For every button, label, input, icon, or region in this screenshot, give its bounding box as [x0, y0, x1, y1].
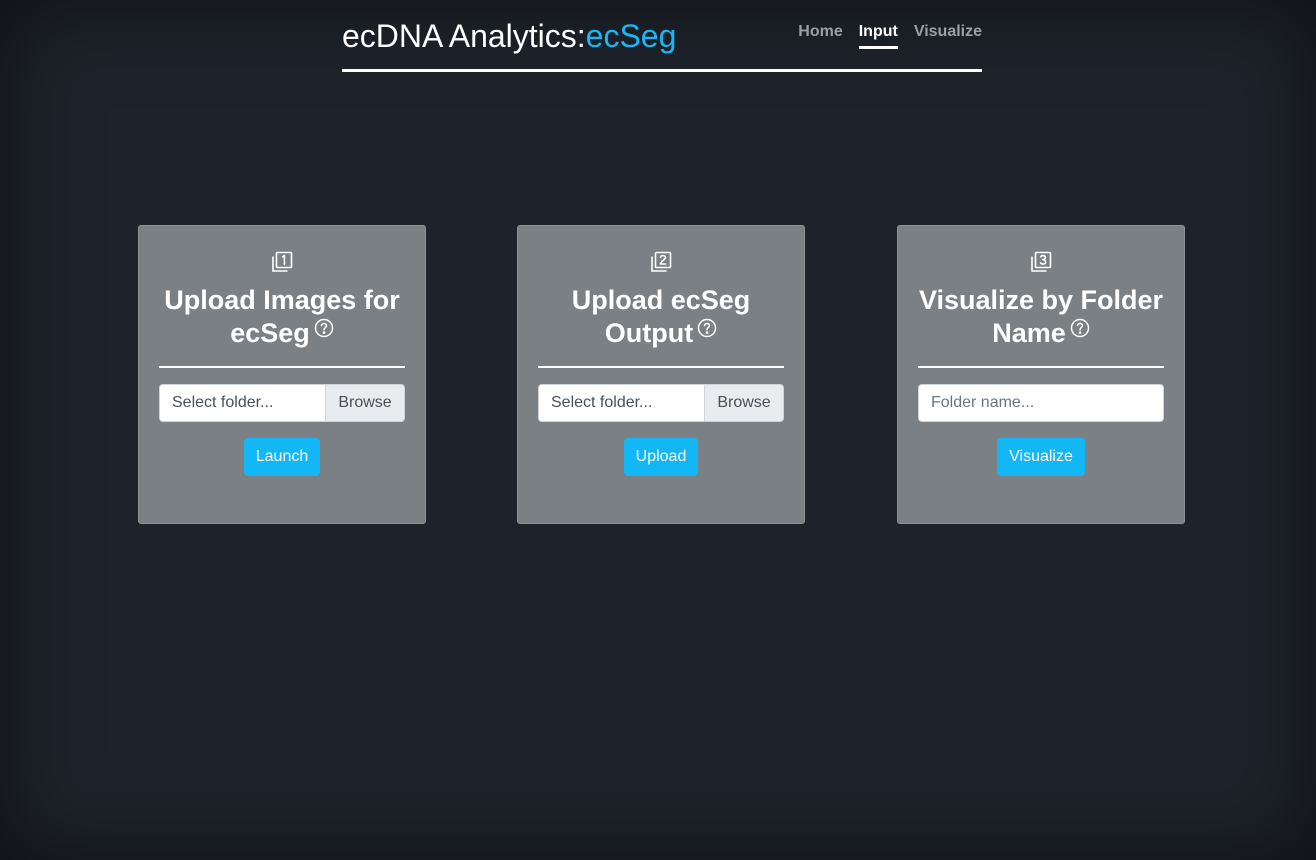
visualize-folder-card: Visualize by Folder Name Visualize: [897, 225, 1185, 524]
folder-file-label[interactable]: Select folder...: [539, 385, 704, 421]
brand-title[interactable]: ecDNA Analytics:ecSeg: [342, 17, 676, 55]
nav-home[interactable]: Home: [798, 22, 842, 49]
launch-button[interactable]: Launch: [243, 438, 321, 476]
step-1-icon: [272, 251, 293, 272]
question-circle-icon[interactable]: [1070, 318, 1090, 338]
step-3-icon: [1031, 251, 1052, 272]
card-title: Upload ecSeg Output: [538, 284, 784, 368]
brand-accent: ecSeg: [585, 18, 677, 54]
folder-file-label[interactable]: Select folder...: [160, 385, 325, 421]
question-circle-icon[interactable]: [697, 318, 717, 338]
card-title-text: Upload ecSeg Output: [571, 285, 751, 348]
card-title-text: Visualize by Folder Name: [918, 285, 1164, 348]
nav-visualize[interactable]: Visualize: [914, 22, 982, 49]
upload-output-card: Upload ecSeg Output Select folder... Bro…: [517, 225, 805, 524]
step-2-icon: [651, 251, 672, 272]
folder-name-input[interactable]: [918, 384, 1164, 422]
browse-button[interactable]: Browse: [704, 385, 783, 421]
upload-button[interactable]: Upload: [623, 438, 699, 476]
masthead: ecDNA Analytics:ecSeg Home Input Visuali…: [342, 0, 982, 72]
upload-images-card: Upload Images for ecSeg Select folder...…: [138, 225, 426, 524]
visualize-button[interactable]: Visualize: [997, 438, 1085, 476]
main-nav: Home Input Visualize: [798, 22, 982, 49]
card-title: Upload Images for ecSeg: [159, 284, 405, 368]
folder-file-input[interactable]: Select folder... Browse: [159, 384, 405, 422]
nav-input[interactable]: Input: [858, 22, 898, 49]
browse-button[interactable]: Browse: [325, 385, 404, 421]
folder-file-input[interactable]: Select folder... Browse: [538, 384, 784, 422]
card-title: Visualize by Folder Name: [918, 284, 1164, 368]
card-title-text: Upload Images for ecSeg: [164, 285, 400, 348]
brand-prefix: ecDNA Analytics:: [342, 18, 586, 54]
question-circle-icon[interactable]: [314, 318, 334, 338]
